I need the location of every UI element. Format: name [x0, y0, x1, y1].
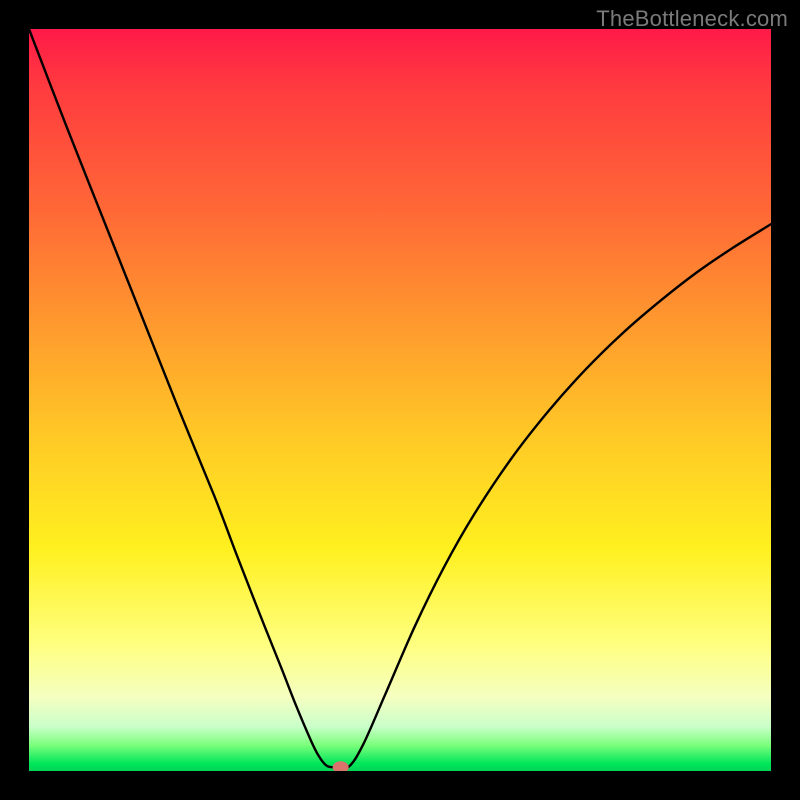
- watermark-label: TheBottleneck.com: [596, 6, 788, 32]
- minimum-marker: [333, 761, 349, 771]
- chart-frame: TheBottleneck.com: [0, 0, 800, 800]
- chart-curve-layer: [29, 29, 771, 771]
- bottleneck-curve: [29, 29, 771, 769]
